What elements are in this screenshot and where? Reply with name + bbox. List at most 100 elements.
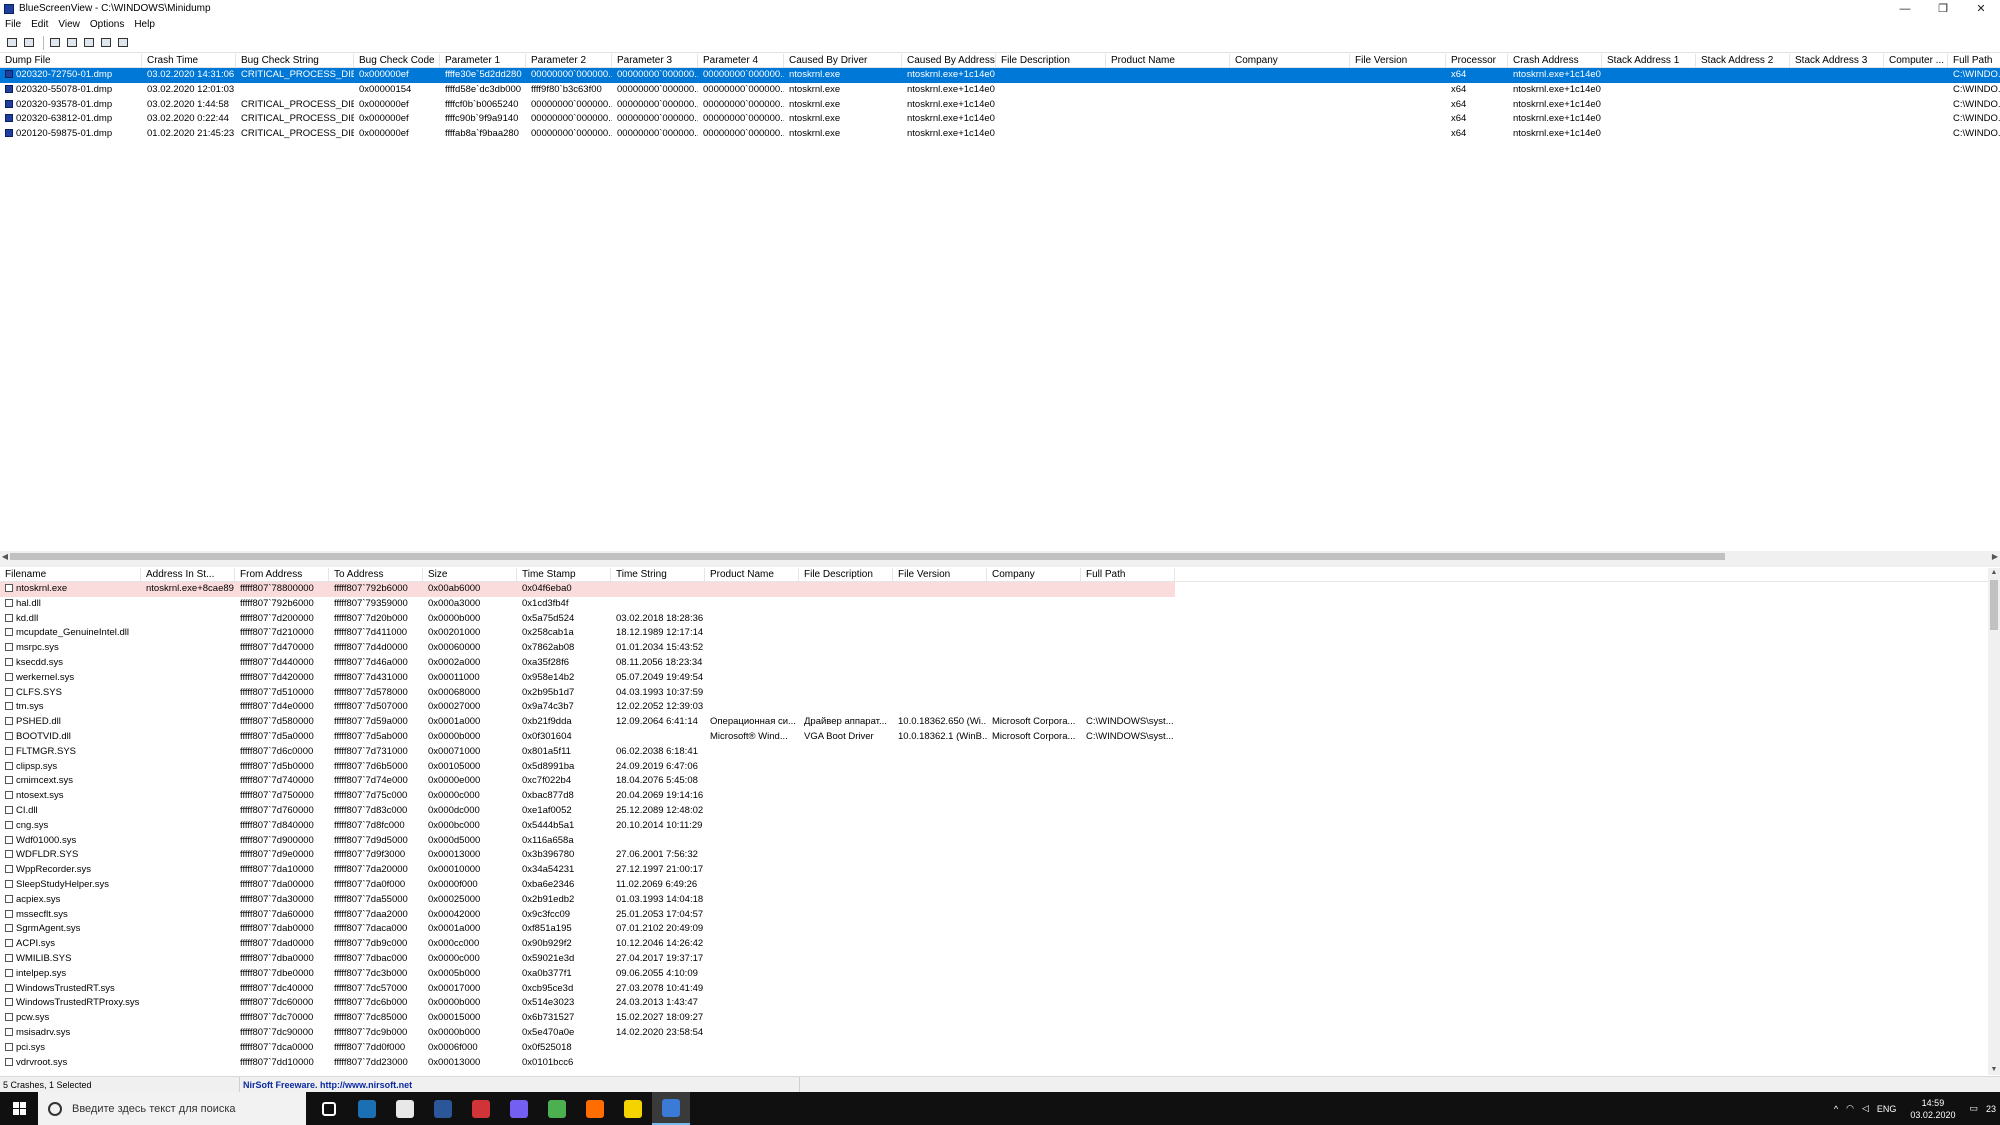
driver-row[interactable]: cng.sys fffff807`7d840000 fffff807`7d8fc00… xyxy=(0,819,1988,834)
language-indicator[interactable]: ENG xyxy=(1877,1104,1897,1114)
driver-row[interactable]: Wdf01000.sys fffff807`7d900000 fffff807`7d… xyxy=(0,834,1988,849)
horizontal-scrollbar[interactable]: ◀ ▶ xyxy=(0,551,2000,562)
properties-icon[interactable] xyxy=(5,36,19,50)
close-button[interactable]: ✕ xyxy=(1962,0,2000,17)
copy-icon[interactable] xyxy=(65,36,79,50)
crash-column-header[interactable]: Crash Address xyxy=(1508,54,1602,68)
crash-column-header[interactable]: Stack Address 2 xyxy=(1696,54,1790,68)
crash-column-header[interactable]: Dump File xyxy=(0,54,142,68)
maximize-button[interactable]: ❐ xyxy=(1924,0,1962,17)
crash-column-header[interactable]: Parameter 1 xyxy=(440,54,526,68)
driver-list[interactable]: Filename Address In St... From Address To A… xyxy=(0,568,1988,1075)
driver-column-header[interactable]: Full Path xyxy=(1081,568,1175,582)
volume-icon[interactable]: ◁ xyxy=(1862,1103,1869,1114)
menu-help[interactable]: Help xyxy=(129,19,160,30)
driver-row[interactable]: acpiex.sys fffff807`7da30000 fffff807`7da5… xyxy=(0,893,1988,908)
options-icon[interactable] xyxy=(82,36,96,50)
driver-row[interactable]: kd.dll fffff807`7d200000 fffff807`7d20b000… xyxy=(0,612,1988,627)
notification-icon[interactable]: ▭ xyxy=(1969,1103,1978,1114)
horizontal-scroll-thumb[interactable] xyxy=(10,553,1725,560)
html-report-icon[interactable] xyxy=(48,36,62,50)
driver-row[interactable]: pcw.sys fffff807`7dc70000 fffff807`7dc8500… xyxy=(0,1011,1988,1026)
vertical-scroll-thumb[interactable] xyxy=(1990,580,1998,630)
pane-splitter[interactable] xyxy=(0,562,2000,567)
driver-row[interactable]: ntoskrnl.exe ntoskrnl.exe+8cae89 fffff807`… xyxy=(0,582,1988,597)
driver-row[interactable]: CI.dll fffff807`7d760000 fffff807`7d83c000… xyxy=(0,804,1988,819)
scroll-right-icon[interactable]: ▶ xyxy=(1990,551,2000,562)
crash-column-header[interactable]: Bug Check Code xyxy=(354,54,440,68)
crash-column-header[interactable]: Product Name xyxy=(1106,54,1230,68)
driver-row[interactable]: WppRecorder.sys fffff807`7da10000 fffff807… xyxy=(0,863,1988,878)
driver-column-header[interactable]: File Version xyxy=(893,568,987,582)
menu-file[interactable]: File xyxy=(0,19,26,30)
viber-icon[interactable] xyxy=(500,1092,538,1125)
crash-column-header[interactable]: Computer ... xyxy=(1884,54,1948,68)
app-red-icon[interactable] xyxy=(462,1092,500,1125)
driver-row[interactable]: SgrmAgent.sys fffff807`7dab0000 fffff807`7… xyxy=(0,922,1988,937)
crash-column-header[interactable]: Bug Check String xyxy=(236,54,354,68)
chrome-icon[interactable] xyxy=(538,1092,576,1125)
driver-row[interactable]: tm.sys fffff807`7d4e0000 fffff807`7d507000… xyxy=(0,700,1988,715)
crash-list[interactable]: Dump File Crash Time Bug Check String Bug C… xyxy=(0,54,2000,546)
crash-row[interactable]: 020320-55078-01.dmp 03.02.2020 12:01:03 0x… xyxy=(0,83,2000,98)
task-view-icon[interactable] xyxy=(310,1092,348,1125)
crash-column-header[interactable]: Company xyxy=(1230,54,1350,68)
driver-column-header[interactable]: Product Name xyxy=(705,568,799,582)
menu-edit[interactable]: Edit xyxy=(26,19,53,30)
minimize-button[interactable]: — xyxy=(1886,0,1924,17)
driver-column-header[interactable]: Company xyxy=(987,568,1081,582)
unreal-icon[interactable] xyxy=(386,1092,424,1125)
driver-row[interactable]: msisadrv.sys fffff807`7dc90000 fffff807`7d… xyxy=(0,1026,1988,1041)
driver-row[interactable]: CLFS.SYS fffff807`7d510000 fffff807`7d5780… xyxy=(0,686,1988,701)
driver-row[interactable]: cmimcext.sys fffff807`7d740000 fffff807`7d… xyxy=(0,774,1988,789)
crash-column-header[interactable]: Crash Time xyxy=(142,54,236,68)
driver-row[interactable]: FLTMGR.SYS fffff807`7d6c0000 fffff807`7d73… xyxy=(0,745,1988,760)
exit-icon[interactable] xyxy=(116,36,130,50)
driver-column-header[interactable]: Time String xyxy=(611,568,705,582)
driver-row[interactable]: pci.sys fffff807`7dca0000 fffff807`7dd0f00… xyxy=(0,1041,1988,1056)
crash-row[interactable]: 020320-72750-01.dmp 03.02.2020 14:31:06 CR… xyxy=(0,68,2000,83)
menu-options[interactable]: Options xyxy=(85,19,129,30)
driver-row[interactable]: msrpc.sys fffff807`7d470000 fffff807`7d4d0… xyxy=(0,641,1988,656)
vertical-scrollbar[interactable]: ▲ ▼ xyxy=(1988,568,2000,1075)
app-yellow-icon[interactable] xyxy=(614,1092,652,1125)
taskbar-search[interactable]: Введите здесь текст для поиска xyxy=(38,1092,306,1125)
driver-row[interactable]: clipsp.sys fffff807`7d5b0000 fffff807`7d6b… xyxy=(0,760,1988,775)
driver-row[interactable]: mssecflt.sys fffff807`7da60000 fffff807`7d… xyxy=(0,908,1988,923)
driver-row[interactable]: hal.dll fffff807`792b6000 fffff807`7935900… xyxy=(0,597,1988,612)
bluescreenview-icon[interactable] xyxy=(652,1092,690,1125)
driver-row[interactable]: BOOTVID.dll fffff807`7d5a0000 fffff807`7d5… xyxy=(0,730,1988,745)
driver-column-header[interactable]: To Address xyxy=(329,568,423,582)
driver-column-header[interactable]: Time Stamp xyxy=(517,568,611,582)
driver-row[interactable]: mcupdate_GenuineIntel.dll fffff807`7d2100… xyxy=(0,626,1988,641)
crash-column-header[interactable]: Full Path xyxy=(1948,54,2000,68)
driver-column-header[interactable]: Filename xyxy=(0,568,141,582)
scroll-down-icon[interactable]: ▼ xyxy=(1988,1065,2000,1075)
driver-row[interactable]: WindowsTrustedRTProxy.sys fffff807`7dc600… xyxy=(0,996,1988,1011)
driver-column-header[interactable]: Size xyxy=(423,568,517,582)
crash-column-header[interactable]: File Description xyxy=(996,54,1106,68)
crash-column-header[interactable]: Parameter 4 xyxy=(698,54,784,68)
crash-column-header[interactable]: Parameter 3 xyxy=(612,54,698,68)
driver-row[interactable]: PSHED.dll fffff807`7d580000 fffff807`7d59a… xyxy=(0,715,1988,730)
driver-column-header[interactable]: File Description xyxy=(799,568,893,582)
menu-view[interactable]: View xyxy=(53,19,85,30)
start-button[interactable] xyxy=(0,1092,38,1125)
driver-row[interactable]: SleepStudyHelper.sys fffff807`7da00000 fff… xyxy=(0,878,1988,893)
crash-column-header[interactable]: Caused By Address xyxy=(902,54,996,68)
find-icon[interactable] xyxy=(99,36,113,50)
crash-row[interactable]: 020320-63812-01.dmp 03.02.2020 0:22:44 CRI… xyxy=(0,112,2000,127)
crash-column-header[interactable]: Processor xyxy=(1446,54,1508,68)
word-icon[interactable] xyxy=(424,1092,462,1125)
scroll-up-icon[interactable]: ▲ xyxy=(1988,568,2000,578)
crash-column-header[interactable]: Stack Address 3 xyxy=(1790,54,1884,68)
nirsoft-link[interactable]: NirSoft Freeware. http://www.nirsoft.net xyxy=(240,1077,800,1093)
scroll-left-icon[interactable]: ◀ xyxy=(0,551,10,562)
driver-row[interactable]: ACPI.sys fffff807`7dad0000 fffff807`7db9c0… xyxy=(0,937,1988,952)
crash-row[interactable]: 020120-59875-01.dmp 01.02.2020 21:45:23 CR… xyxy=(0,127,2000,142)
steam-icon[interactable] xyxy=(348,1092,386,1125)
driver-row[interactable]: ksecdd.sys fffff807`7d440000 fffff807`7d46… xyxy=(0,656,1988,671)
driver-row[interactable]: werkernel.sys fffff807`7d420000 fffff807`7… xyxy=(0,671,1988,686)
driver-column-header[interactable]: Address In St... xyxy=(141,568,235,582)
driver-row[interactable]: WDFLDR.SYS fffff807`7d9e0000 fffff807`7d9f… xyxy=(0,848,1988,863)
